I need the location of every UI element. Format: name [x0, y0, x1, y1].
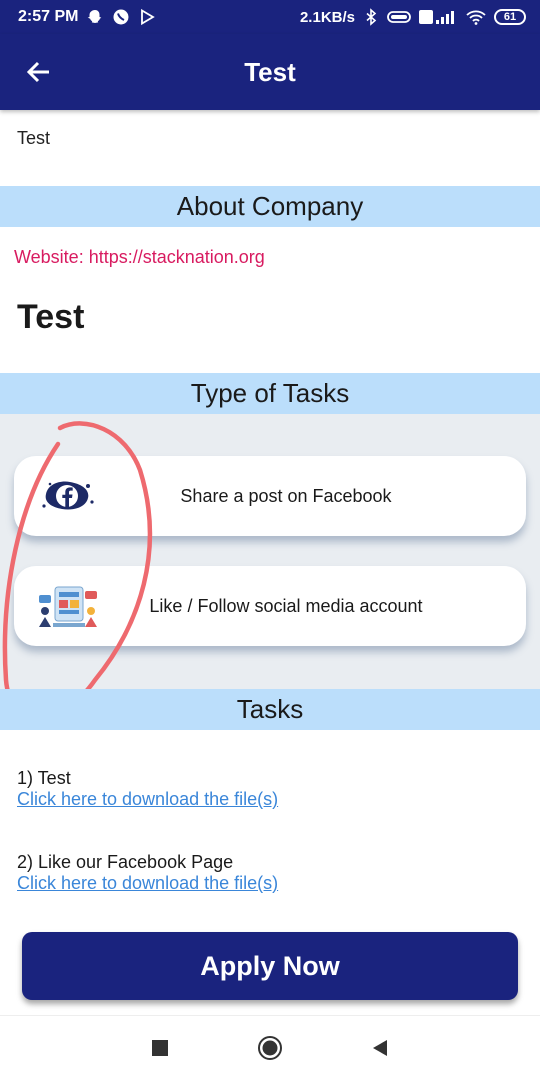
task-title: 1) Test — [17, 768, 71, 788]
task-type-card-social[interactable]: Like / Follow social media account — [14, 566, 526, 646]
signal-icon — [419, 10, 454, 24]
download-link[interactable]: Click here to download the file(s) — [17, 788, 278, 810]
square-icon — [152, 1040, 168, 1056]
back-button[interactable] — [22, 56, 54, 88]
social-media-icon — [34, 578, 102, 634]
back-nav-button[interactable] — [365, 1033, 395, 1063]
apply-now-button[interactable]: Apply Now — [22, 932, 518, 1000]
network-speed: 2.1KB/s — [299, 8, 355, 26]
task-title: 2) Like our Facebook Page — [17, 852, 234, 872]
task-types-header: Type of Tasks — [0, 373, 540, 414]
home-button[interactable] — [255, 1033, 285, 1063]
company-website[interactable]: Website: https://stacknation.org — [14, 247, 265, 268]
task-item: 2) Like our Facebook Page Click here to … — [17, 852, 278, 894]
tasks-header: Tasks — [0, 689, 540, 730]
facebook-share-icon — [34, 468, 102, 524]
play-icon — [141, 8, 156, 26]
circle-icon — [258, 1036, 282, 1060]
about-company-header: About Company — [0, 186, 540, 227]
data-icon — [387, 11, 411, 23]
status-left: 2:57 PM — [18, 8, 156, 26]
task-type-label: Share a post on Facebook — [180, 486, 392, 506]
task-item: 1) Test Click here to download the file(… — [17, 768, 278, 810]
app-bar: Test — [0, 34, 540, 110]
wifi-icon — [466, 10, 486, 25]
snapchat-icon — [88, 10, 102, 23]
task-types-list: Share a post on Facebook Like / Follow s… — [0, 414, 540, 689]
intro-text: Test — [17, 128, 51, 148]
recents-button[interactable] — [145, 1033, 175, 1063]
company-name: Test — [17, 298, 85, 336]
system-nav-bar — [0, 1015, 540, 1080]
bluetooth-icon — [366, 8, 377, 26]
status-time: 2:57 PM — [18, 8, 79, 25]
page-title: Test — [244, 56, 296, 87]
task-type-label: Like / Follow social media account — [149, 596, 423, 616]
triangle-back-icon — [373, 1040, 387, 1056]
status-bar: 2:57 PM 2.1KB/s 61 — [0, 0, 540, 34]
task-type-card-facebook[interactable]: Share a post on Facebook — [14, 456, 526, 536]
whatsapp-icon — [113, 9, 129, 25]
status-right: 2.1KB/s 61 — [300, 8, 526, 26]
arrow-left-icon — [26, 61, 49, 83]
download-link[interactable]: Click here to download the file(s) — [17, 872, 278, 894]
battery-icon: 61 — [494, 9, 526, 25]
